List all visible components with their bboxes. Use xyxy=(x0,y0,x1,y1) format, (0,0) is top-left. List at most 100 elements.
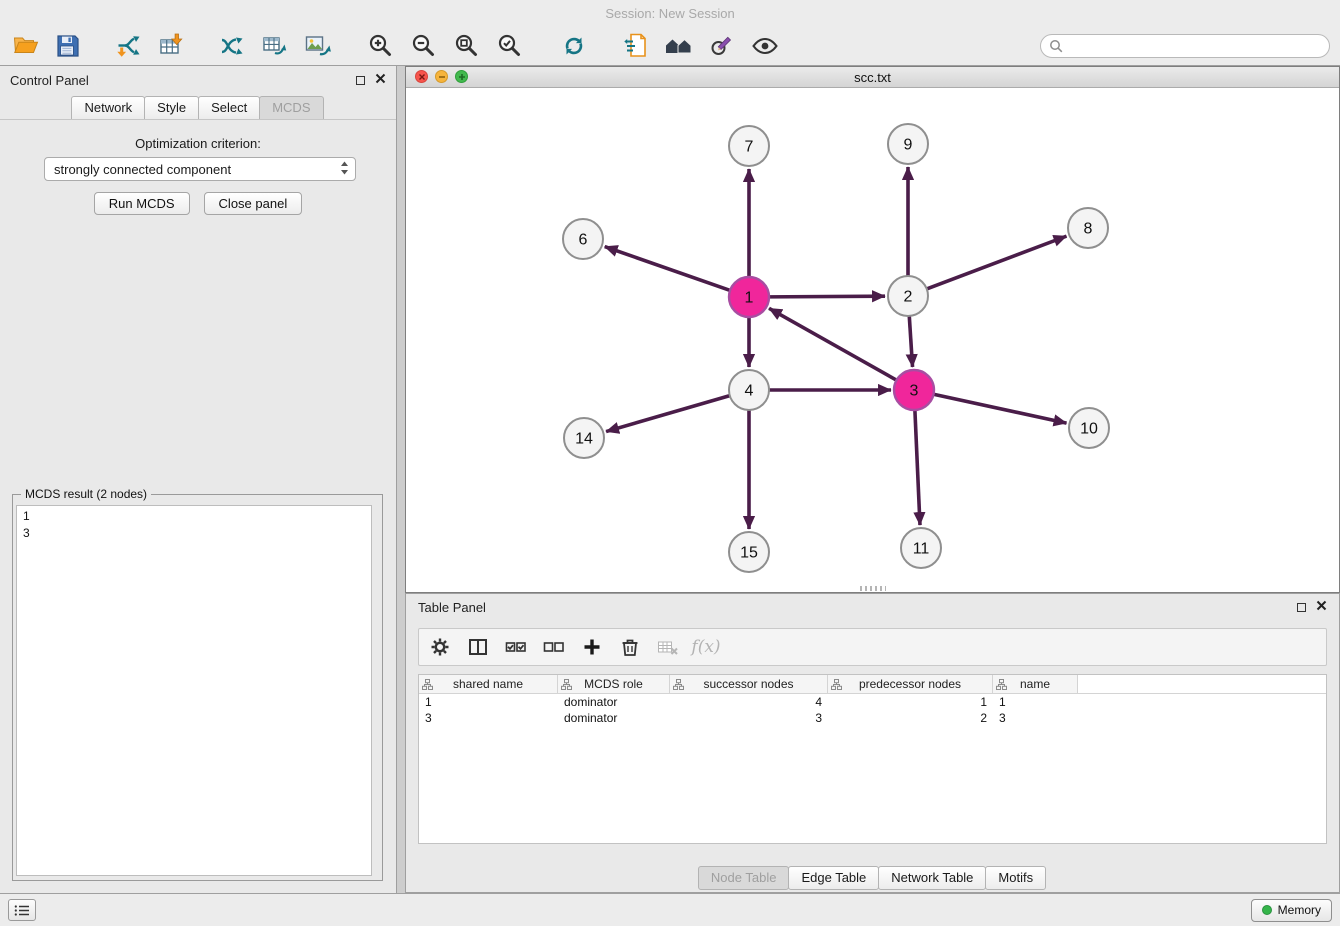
new-table-button[interactable] xyxy=(255,29,293,63)
select-all-columns-button[interactable] xyxy=(501,632,531,662)
network-edge[interactable] xyxy=(934,394,1067,423)
status-bar: Memory xyxy=(0,893,1340,926)
zoom-in-icon xyxy=(368,33,394,59)
table-panel-tabs: Node Table Edge Table Network Table Moti… xyxy=(406,866,1339,890)
delete-table-icon xyxy=(657,636,679,658)
import-table-button[interactable] xyxy=(152,29,190,63)
window-minimize-button[interactable] xyxy=(435,70,448,83)
float-table-panel-icon[interactable] xyxy=(1297,603,1306,612)
resize-grip[interactable] xyxy=(860,586,886,591)
refresh-icon xyxy=(561,33,587,59)
search-box xyxy=(1040,34,1330,58)
columns-icon xyxy=(467,636,489,658)
function-builder-button[interactable]: f(x) xyxy=(691,632,721,662)
export-image-button[interactable] xyxy=(298,29,336,63)
close-panel-icon[interactable] xyxy=(375,71,386,89)
column-header[interactable]: MCDS role xyxy=(558,675,670,693)
network-node-label: 7 xyxy=(745,139,754,156)
add-column-button[interactable] xyxy=(577,632,607,662)
table-panel-title: Table Panel xyxy=(418,600,486,615)
tab-motifs[interactable]: Motifs xyxy=(985,866,1046,890)
tab-style[interactable]: Style xyxy=(144,96,199,119)
node-table-body: 1dominator4113dominator323 xyxy=(419,694,1326,726)
plus-icon xyxy=(581,636,603,658)
network-arrows-icon xyxy=(218,32,245,59)
network-window-title: scc.txt xyxy=(854,70,891,85)
window-close-button[interactable] xyxy=(415,70,428,83)
annotation-button[interactable] xyxy=(703,29,741,63)
network-node-label: 6 xyxy=(579,232,588,249)
task-history-button[interactable] xyxy=(8,899,36,921)
zoom-selected-icon xyxy=(497,33,523,59)
table-cell: dominator xyxy=(558,694,670,710)
zoom-fit-icon xyxy=(454,33,480,59)
tree-icon xyxy=(996,679,1007,690)
delete-column-button[interactable] xyxy=(615,632,645,662)
table-toolbar: f(x) xyxy=(418,628,1327,666)
mcds-result-text[interactable]: 1 3 xyxy=(16,505,372,876)
zoom-out-button[interactable] xyxy=(405,29,443,63)
memory-label: Memory xyxy=(1278,903,1321,917)
network-edge[interactable] xyxy=(769,296,885,297)
import-network-icon xyxy=(115,32,142,59)
fx-icon: f(x) xyxy=(691,637,720,657)
new-network-button[interactable] xyxy=(212,29,250,63)
network-edge[interactable] xyxy=(909,316,912,367)
document-share-icon xyxy=(623,32,650,59)
network-view: 7968124314101511 xyxy=(406,88,1339,592)
window-titlebar: Session: New Session xyxy=(0,0,1340,26)
column-header[interactable]: shared name xyxy=(419,675,558,693)
refresh-layout-button[interactable] xyxy=(555,29,593,63)
save-session-button[interactable] xyxy=(49,29,87,63)
memory-button[interactable]: Memory xyxy=(1251,899,1332,922)
window-zoom-button[interactable] xyxy=(455,70,468,83)
table-cell: dominator xyxy=(558,710,670,726)
network-edge[interactable] xyxy=(605,247,730,291)
criterion-select[interactable]: strongly connected component xyxy=(44,157,356,181)
dropdown-arrows-icon xyxy=(340,160,349,179)
network-edge[interactable] xyxy=(915,410,920,525)
network-canvas[interactable]: 7968124314101511 xyxy=(406,88,1338,591)
network-node-label: 14 xyxy=(575,431,593,448)
home-button[interactable] xyxy=(660,29,698,63)
search-input[interactable] xyxy=(1068,39,1321,54)
zoom-selected-button[interactable] xyxy=(491,29,529,63)
column-header[interactable]: predecessor nodes xyxy=(828,675,993,693)
show-columns-button[interactable] xyxy=(463,632,493,662)
zoom-fit-button[interactable] xyxy=(448,29,486,63)
delete-table-button[interactable] xyxy=(653,632,683,662)
tree-icon xyxy=(561,679,572,690)
show-graphics-button[interactable] xyxy=(746,29,784,63)
table-row[interactable]: 1dominator411 xyxy=(419,694,1326,710)
zoom-in-button[interactable] xyxy=(362,29,400,63)
import-table-icon xyxy=(158,32,185,59)
import-network-button[interactable] xyxy=(109,29,147,63)
tab-select[interactable]: Select xyxy=(198,96,260,119)
close-panel-button[interactable]: Close panel xyxy=(204,192,303,215)
network-node-label: 11 xyxy=(913,541,930,558)
column-header[interactable]: name xyxy=(993,675,1078,693)
table-settings-button[interactable] xyxy=(425,632,455,662)
main-area: Control Panel Network Style Select MCDS … xyxy=(0,66,1340,893)
run-mcds-button[interactable]: Run MCDS xyxy=(94,192,190,215)
network-node-label: 8 xyxy=(1084,221,1093,238)
table-panel: Table Panel xyxy=(405,593,1340,893)
tab-network[interactable]: Network xyxy=(71,96,145,119)
unselect-all-columns-button[interactable] xyxy=(539,632,569,662)
network-edge[interactable] xyxy=(606,396,730,432)
open-session-button[interactable] xyxy=(6,29,44,63)
right-column: scc.txt 7968124314101511 Table Panel xyxy=(405,66,1340,893)
network-edge[interactable] xyxy=(769,308,897,380)
copy-document-button[interactable] xyxy=(617,29,655,63)
column-header[interactable]: successor nodes xyxy=(670,675,828,693)
table-cell: 3 xyxy=(419,710,558,726)
table-row[interactable]: 3dominator323 xyxy=(419,710,1326,726)
close-table-panel-icon[interactable] xyxy=(1316,598,1327,616)
float-panel-icon[interactable] xyxy=(356,76,365,85)
tab-node-table[interactable]: Node Table xyxy=(698,866,790,890)
tab-network-table[interactable]: Network Table xyxy=(878,866,986,890)
tab-mcds[interactable]: MCDS xyxy=(259,96,323,119)
network-edge[interactable] xyxy=(927,236,1067,289)
table-cell: 1 xyxy=(993,694,1078,710)
tab-edge-table[interactable]: Edge Table xyxy=(788,866,879,890)
